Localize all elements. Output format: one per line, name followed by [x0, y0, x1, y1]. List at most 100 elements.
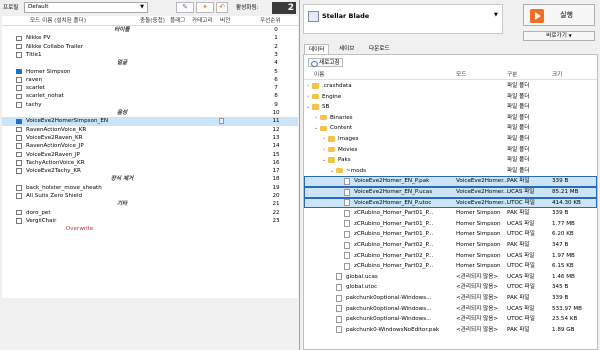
game-selector[interactable]: Stellar Blade ▼: [303, 4, 503, 34]
separator-row[interactable]: 얼굴 4: [2, 59, 298, 67]
mod-row[interactable]: VoiceEve2HomerSimpson_EN 11: [2, 117, 298, 126]
mod-checkbox[interactable]: [16, 52, 22, 58]
mod-checkbox[interactable]: [16, 143, 22, 150]
tab-saves[interactable]: 세이브: [335, 44, 358, 54]
tree-file-row[interactable]: VoiceEve2Homer_EN_P.pak VoiceEve2Homer...…: [304, 176, 597, 187]
column-mod[interactable]: 모드: [456, 71, 466, 79]
mod-row[interactable]: RavenActionVoice_KR 12: [2, 126, 298, 134]
tree-folder-row[interactable]: › .crashdata 파일 폴더: [304, 81, 597, 92]
tree-file-row[interactable]: VoiceEve2Homer_EN_P.ucas VoiceEve2Homer..…: [304, 187, 597, 198]
mod-checkbox[interactable]: [16, 85, 22, 91]
mod-row[interactable]: RavenActionVoice_JP 14: [2, 142, 298, 150]
expand-toggle-icon[interactable]: ⌄: [305, 102, 311, 113]
mod-checkbox[interactable]: [16, 68, 22, 75]
mod-row[interactable]: Title1 3: [2, 51, 298, 59]
column-flags[interactable]: 플래그: [170, 17, 185, 25]
tab-data[interactable]: 데이터: [304, 44, 330, 54]
tree-folder-row[interactable]: › Images 파일 폴더: [304, 134, 597, 145]
expand-toggle-icon[interactable]: ⌄: [329, 166, 335, 177]
tree-file-row[interactable]: pakchunk0optional-Windows... <관리되지 않음> UCA…: [304, 304, 597, 315]
mod-checkbox[interactable]: [16, 126, 22, 133]
tree-folder-row[interactable]: › Engine 파일 폴더: [304, 92, 597, 103]
column-category[interactable]: 카테고리: [192, 17, 213, 25]
overwrite-row[interactable]: Overwrite: [2, 225, 298, 233]
mod-row[interactable]: Nikke PV 1: [2, 34, 298, 42]
column-size[interactable]: 크기: [552, 71, 562, 79]
expand-toggle-icon[interactable]: ›: [305, 81, 311, 92]
tree-folder-row[interactable]: ⌄ ~mods 파일 폴더: [304, 166, 597, 177]
mod-checkbox[interactable]: [16, 135, 22, 141]
mod-row[interactable]: raven 6: [2, 76, 298, 84]
tools-button[interactable]: ✎: [176, 2, 194, 13]
tree-folder-row[interactable]: › Binaries 파일 폴더: [304, 113, 597, 124]
mod-row[interactable]: scarlet 7: [2, 84, 298, 92]
tree-folder-row[interactable]: ⌄ Paks 파일 폴더: [304, 155, 597, 166]
tree-file-row[interactable]: pakchunk0-WindowsNoEditor.pak <관리되지 않음> PA…: [304, 325, 597, 336]
mod-checkbox[interactable]: [16, 77, 22, 83]
separator-row[interactable]: 기타 21: [2, 200, 298, 208]
expand-toggle-icon[interactable]: ›: [305, 92, 311, 103]
tree-file-row[interactable]: global.utoc <관리되지 않음> UTOC 파일 345 B: [304, 282, 597, 293]
mod-checkbox[interactable]: [16, 168, 22, 174]
tree-file-row[interactable]: zCRubino_Homer_Part02_P... Homer Simpson U…: [304, 261, 597, 272]
mod-row[interactable]: back_holster_move_sheath 19: [2, 184, 298, 192]
profile-select[interactable]: Default ▼: [24, 2, 148, 13]
tree-file-row[interactable]: zCRubino_Homer_Part01_P... Homer Simpson U…: [304, 219, 597, 230]
tree-file-row[interactable]: zCRubino_Homer_Part02_P... Homer Simpson P…: [304, 240, 597, 251]
tree-file-row[interactable]: VoiceEve2Homer_EN_P.utoc VoiceEve2Homer..…: [304, 197, 597, 209]
tree-file-row[interactable]: zCRubino_Homer_Part01_P... Homer Simpson P…: [304, 208, 597, 219]
separator-row[interactable]: 타이틀 0: [2, 26, 298, 34]
tree-file-row[interactable]: pakchunk0optional-Windows... <관리되지 않음> UTO…: [304, 314, 597, 325]
puzzle-button[interactable]: ✦: [196, 2, 214, 13]
expand-toggle-icon[interactable]: ⌄: [321, 155, 327, 166]
refresh-button[interactable]: 새로고침: [308, 58, 343, 67]
mod-row[interactable]: VoiceEve2Tachy_KR 17: [2, 167, 298, 175]
mod-checkbox[interactable]: [16, 218, 22, 224]
mod-checkbox[interactable]: [16, 160, 22, 166]
mod-checkbox[interactable]: [16, 118, 22, 125]
mod-row[interactable]: Nikke Collabo Trailer 2: [2, 43, 298, 51]
mod-row[interactable]: VoiceEve2Raven_JP 15: [2, 151, 298, 159]
column-type[interactable]: 구분: [507, 71, 517, 79]
shortcut-button[interactable]: 바로가기 ▼: [523, 31, 595, 41]
column-mod-name[interactable]: 모드 이름 (설치된 폴더): [30, 17, 86, 25]
mod-priority: 15: [272, 151, 280, 158]
mod-checkbox[interactable]: [16, 151, 22, 158]
column-version[interactable]: 버전: [220, 17, 230, 25]
mod-row[interactable]: TachyActionVoice_KR 16: [2, 159, 298, 167]
mod-checkbox[interactable]: [16, 101, 22, 108]
expand-toggle-icon[interactable]: ›: [313, 113, 319, 124]
mod-checkbox[interactable]: [16, 209, 22, 216]
run-button[interactable]: 실행: [523, 4, 595, 26]
mod-row[interactable]: scarlet_nohat 8: [2, 92, 298, 100]
separator-row[interactable]: 장식 제거 18: [2, 175, 298, 183]
tree-file-row[interactable]: pakchunk0optional-Windows... <관리되지 않음> PAK…: [304, 293, 597, 304]
mod-row[interactable]: tachy 9: [2, 101, 298, 109]
tree-file-row[interactable]: global.ucas <관리되지 않음> UCAS 파일 1.46 MB: [304, 272, 597, 283]
column-conflicts[interactable]: 충돌(중첩): [140, 17, 165, 25]
mod-row[interactable]: All Suits Zero Shield 20: [2, 192, 298, 200]
tree-file-row[interactable]: zCRubino_Homer_Part01_P... Homer Simpson U…: [304, 229, 597, 240]
mod-checkbox[interactable]: [16, 93, 22, 100]
column-priority[interactable]: 우선순위: [260, 17, 281, 25]
separator-row[interactable]: 음성 10: [2, 109, 298, 117]
expand-toggle-icon[interactable]: ›: [321, 134, 327, 145]
mod-checkbox[interactable]: [16, 35, 22, 42]
tree-folder-row[interactable]: ⌄ SB 파일 폴더: [304, 102, 597, 113]
mod-checkbox[interactable]: [16, 193, 22, 199]
mod-row[interactable]: VergilChair 23: [2, 217, 298, 225]
mod-row[interactable]: Homer Simpson 5: [2, 68, 298, 76]
tree-file-row[interactable]: zCRubino_Homer_Part02_P... Homer Simpson U…: [304, 251, 597, 262]
mod-row[interactable]: doro_pet 22: [2, 209, 298, 217]
column-name[interactable]: 이름: [314, 71, 324, 79]
expand-toggle-icon[interactable]: ›: [321, 145, 327, 156]
tree-folder-row[interactable]: › Movies 파일 폴더: [304, 145, 597, 156]
tree-folder-row[interactable]: ⌄ Content 파일 폴더: [304, 123, 597, 134]
mod-row[interactable]: VoiceEve2Raven_KR 13: [2, 134, 298, 142]
mod-checkbox[interactable]: [16, 43, 22, 50]
tab-downloads[interactable]: 다운로드: [365, 44, 394, 54]
expand-toggle-icon[interactable]: ⌄: [313, 123, 319, 134]
undo-button[interactable]: ↶: [216, 2, 228, 13]
tree-item-name: zCRubino_Homer_Part02_P...: [354, 242, 434, 248]
mod-checkbox[interactable]: [16, 184, 22, 191]
